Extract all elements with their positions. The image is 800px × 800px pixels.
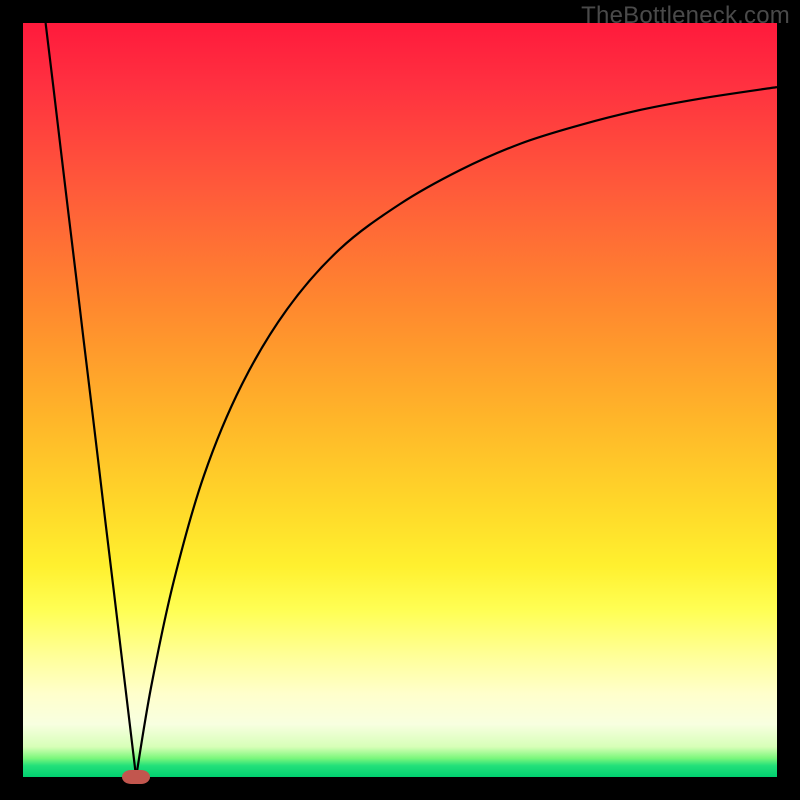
- bottleneck-marker: [122, 770, 150, 784]
- watermark-text: TheBottleneck.com: [581, 2, 790, 30]
- curve-layer: [23, 23, 777, 777]
- left-branch-path: [46, 23, 137, 777]
- plot-area: [23, 23, 777, 777]
- right-branch-path: [136, 87, 777, 777]
- chart-frame: TheBottleneck.com: [0, 0, 800, 800]
